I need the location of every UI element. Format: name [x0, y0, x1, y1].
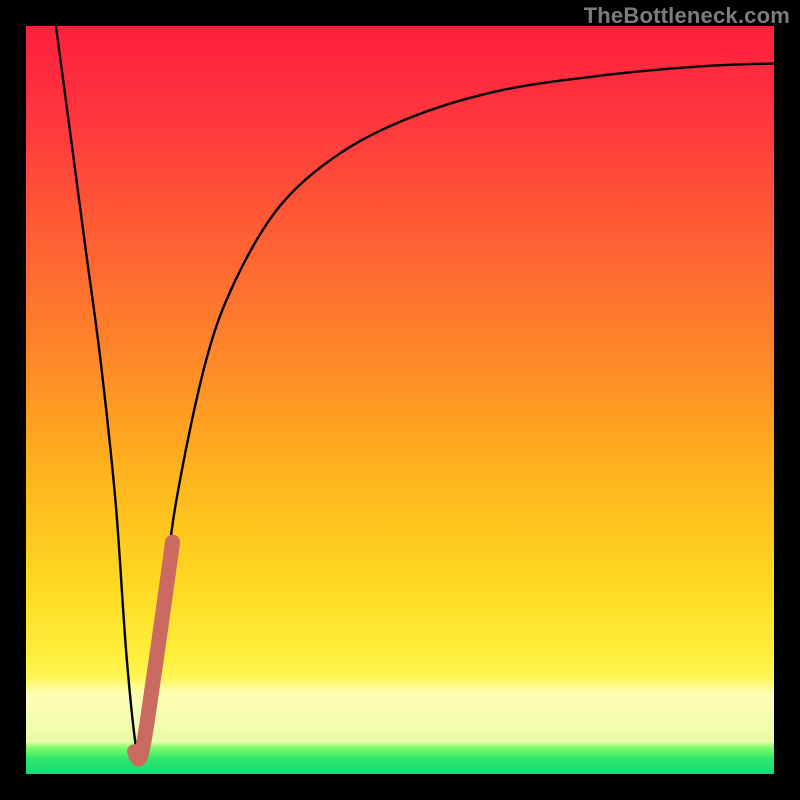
highlight-segment	[135, 542, 173, 759]
chart-frame: TheBottleneck.com	[0, 0, 800, 800]
chart-svg	[26, 26, 774, 774]
watermark-text: TheBottleneck.com	[584, 3, 790, 29]
